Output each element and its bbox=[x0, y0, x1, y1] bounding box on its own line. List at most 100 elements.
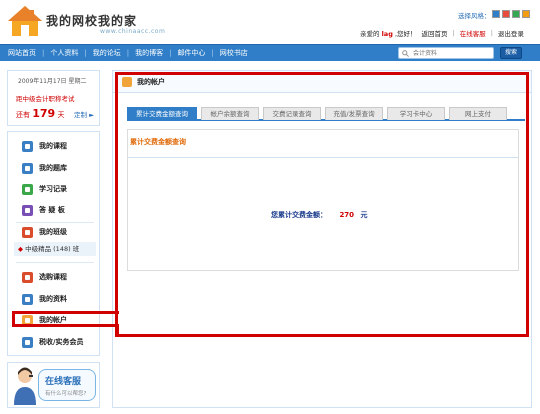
class-icon bbox=[22, 226, 33, 238]
sidebar-item-label: 选购课程 bbox=[39, 273, 67, 281]
menu-divider bbox=[16, 222, 94, 223]
total-label: 您累计交费金额： bbox=[271, 211, 327, 219]
divider: | bbox=[490, 29, 493, 37]
records-icon bbox=[22, 183, 33, 195]
total-payment-line: 您累计交费金额： 270 元 bbox=[271, 210, 368, 220]
online-service-panel[interactable]: 在线客服 有什么可以帮您? bbox=[7, 362, 100, 408]
materials-icon bbox=[22, 293, 33, 305]
style-picker-label: 选择风格： bbox=[458, 12, 491, 20]
sidebar-item-label: 税收/实务会员 bbox=[39, 338, 84, 346]
sidebar-item-qa-board[interactable]: 答 疑 板 bbox=[22, 203, 65, 217]
greeting-prefix: 亲爱的 bbox=[360, 30, 380, 38]
style-swatch-blue[interactable] bbox=[492, 10, 500, 18]
courses-icon bbox=[22, 140, 33, 152]
countdown: 还有 179 天 bbox=[16, 107, 64, 120]
greeting: 亲爱的 lag ,您好！ bbox=[360, 28, 417, 38]
tab-balance[interactable]: 帐户余额查询 bbox=[201, 107, 259, 120]
nav-divider: | bbox=[126, 49, 130, 57]
content-box: 累计交费金额查询 您累计交费金额： 270 元 bbox=[127, 129, 519, 271]
sidebar-item-my-courses[interactable]: 我的课程 bbox=[22, 139, 67, 153]
tab-study-card[interactable]: 学习卡中心 bbox=[387, 107, 445, 120]
site-logo-title[interactable]: 我的网校我的家 bbox=[46, 12, 137, 29]
countdown-suffix: 天 bbox=[57, 111, 65, 119]
cart-icon bbox=[22, 271, 33, 283]
section-title: 累计交费金额查询 bbox=[130, 138, 186, 146]
style-swatch-orange[interactable] bbox=[522, 10, 530, 18]
account-icon bbox=[122, 77, 132, 87]
search-icon bbox=[402, 50, 409, 57]
sidebar-item-label: 我的资料 bbox=[39, 295, 67, 303]
nav-home[interactable]: 网站首页 bbox=[8, 48, 36, 58]
user-topbar: 亲爱的 lag ,您好！ 返回首页 | 在线客服 | 退出登录 bbox=[360, 28, 524, 38]
tab-online-payment[interactable]: 网上支付 bbox=[449, 107, 507, 120]
panel-title: 我的帐户 bbox=[137, 78, 165, 86]
sidebar-item-question-bank[interactable]: 我的题库 bbox=[22, 161, 67, 175]
menu-divider bbox=[16, 262, 94, 263]
style-swatch-red[interactable] bbox=[502, 10, 510, 18]
site-logo-url: www.chinaacc.com bbox=[100, 28, 166, 35]
panel-header: 我的帐户 bbox=[113, 71, 531, 93]
nav-profile[interactable]: 个人资料 bbox=[50, 48, 78, 58]
style-swatches bbox=[492, 10, 530, 18]
section-header: 累计交费金额查询 bbox=[128, 130, 518, 158]
house-logo-icon bbox=[8, 6, 42, 36]
account-tabs: 累计交费金额查询 帐户余额查询 交费记录查询 充值/发票查询 学习卡中心 网上支… bbox=[127, 107, 525, 121]
service-bubble: 在线客服 有什么可以帮您? bbox=[38, 369, 96, 401]
countdown-days: 179 bbox=[32, 107, 56, 120]
countdown-prefix: 还有 bbox=[16, 111, 30, 119]
username: lag bbox=[381, 30, 393, 38]
home-link[interactable]: 返回首页 bbox=[422, 28, 448, 38]
sidebar-item-my-materials[interactable]: 我的资料 bbox=[22, 292, 67, 306]
search-box bbox=[398, 47, 494, 59]
class-item-label: 中级精品 (148) 班 bbox=[25, 245, 80, 253]
current-date: 2009年11月17日 星期二 bbox=[18, 78, 87, 85]
sidebar-item-label: 学习记录 bbox=[39, 185, 67, 193]
style-swatch-green[interactable] bbox=[512, 10, 520, 18]
sidebar-item-label: 我的班级 bbox=[39, 228, 67, 236]
nav-forum[interactable]: 我的论坛 bbox=[93, 48, 121, 58]
sidebar-item-tax-member[interactable]: 税收/实务会员 bbox=[22, 335, 84, 349]
sidebar-item-label: 我的题库 bbox=[39, 164, 67, 172]
service-subtitle: 有什么可以帮您? bbox=[45, 391, 87, 397]
sidebar-item-label: 我的帐户 bbox=[39, 316, 67, 324]
sidebar-menu: 我的课程 我的题库 学习记录 答 疑 板 我的班级 ◆ 中级精品 (148) 班… bbox=[7, 131, 100, 356]
sidebar-item-buy-courses[interactable]: 选购课程 bbox=[22, 270, 67, 284]
tab-recharge-invoice[interactable]: 充值/发票查询 bbox=[325, 107, 383, 120]
nav-divider: | bbox=[42, 49, 45, 57]
nav-divider: | bbox=[211, 49, 214, 57]
class-item[interactable]: ◆ 中级精品 (148) 班 bbox=[14, 242, 96, 256]
qa-icon bbox=[22, 204, 33, 216]
bullet-icon: ◆ bbox=[18, 245, 23, 253]
tab-total-payment[interactable]: 累计交费金额查询 bbox=[127, 107, 197, 120]
online-service-link[interactable]: 在线客服 bbox=[460, 28, 486, 38]
nav-bookstore[interactable]: 网校书店 bbox=[220, 48, 248, 58]
greeting-suffix: ,您好！ bbox=[394, 30, 417, 38]
nav-blog[interactable]: 我的博客 bbox=[135, 48, 163, 58]
total-unit: 元 bbox=[360, 211, 368, 219]
sidebar-item-label: 答 疑 板 bbox=[39, 206, 65, 214]
logout-link[interactable]: 退出登录 bbox=[498, 28, 524, 38]
tax-icon bbox=[22, 336, 33, 348]
nav-divider: | bbox=[169, 49, 172, 57]
customize-link[interactable]: 定制 ► bbox=[74, 109, 94, 119]
exam-countdown-panel: 2009年11月17日 星期二 距中级会计职称考试 还有 179 天 定制 ► bbox=[7, 70, 100, 126]
question-bank-icon bbox=[22, 162, 33, 174]
sidebar-item-study-records[interactable]: 学习记录 bbox=[22, 182, 67, 196]
exam-name: 距中级会计职称考试 bbox=[16, 95, 75, 103]
service-title: 在线客服 bbox=[45, 377, 82, 387]
sidebar-item-label: 我的课程 bbox=[39, 142, 67, 150]
account-panel: 我的帐户 累计交费金额查询 帐户余额查询 交费记录查询 充值/发票查询 学习卡中… bbox=[112, 70, 532, 408]
sidebar-item-my-class[interactable]: 我的班级 bbox=[22, 225, 67, 239]
main-nav: 网站首页 | 个人资料 | 我的论坛 | 我的博客 | 邮件中心 | 网校书店 … bbox=[0, 44, 540, 61]
divider: | bbox=[452, 29, 455, 37]
page-header: 我的网校我的家 www.chinaacc.com 选择风格： 亲爱的 lag ,… bbox=[0, 0, 540, 44]
service-agent-icon bbox=[14, 367, 36, 405]
search-input[interactable] bbox=[413, 48, 491, 58]
sidebar-item-my-account[interactable]: 我的帐户 bbox=[22, 313, 67, 327]
nav-divider: | bbox=[84, 49, 87, 57]
tab-payment-records[interactable]: 交费记录查询 bbox=[263, 107, 321, 120]
nav-mail[interactable]: 邮件中心 bbox=[177, 48, 205, 58]
account-icon bbox=[22, 314, 33, 326]
search-button[interactable]: 搜索 bbox=[500, 47, 522, 59]
total-amount: 270 bbox=[339, 211, 355, 219]
